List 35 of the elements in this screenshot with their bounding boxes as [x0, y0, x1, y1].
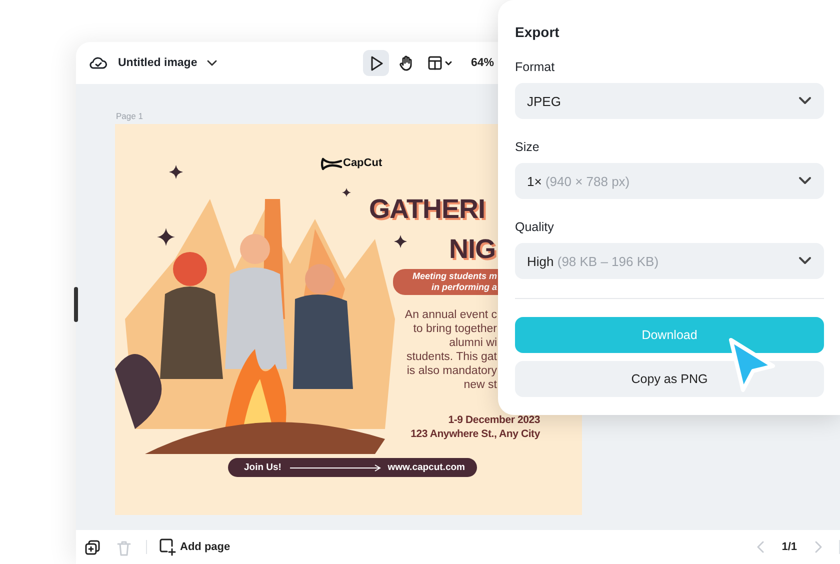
tagline: Meeting students m in performing a [393, 269, 501, 295]
panel-title: Export [515, 24, 560, 40]
cloud-icon[interactable] [89, 54, 107, 72]
poster-title: GATHERI [369, 196, 485, 223]
brand-name: CapCut [343, 157, 382, 169]
zoom-level[interactable]: 64% [471, 57, 494, 69]
cta-text: Join Us! [244, 462, 282, 473]
star-icon [157, 228, 175, 246]
arrow-icon [288, 464, 381, 472]
logo-icon [321, 156, 343, 172]
event-address: 123 Anywhere St., Any City [410, 428, 540, 440]
star-icon [342, 188, 351, 197]
dropdown[interactable]: JPEG [515, 83, 824, 119]
field-label: Quality [515, 220, 555, 234]
add-page-button[interactable]: Add page [159, 538, 230, 556]
duplicate-icon[interactable] [84, 538, 101, 556]
panel-handle[interactable] [74, 287, 78, 322]
dropdown[interactable]: High (98 KB – 196 KB) [515, 243, 824, 279]
event-date: 1-9 December 2023 [448, 414, 540, 426]
description: An annual event c to bring together alumni wi students. This gat is also mandatory new st [404, 308, 497, 392]
title-dropdown[interactable]: Untitled image [118, 57, 218, 69]
cursor-icon [727, 336, 777, 394]
copy-button[interactable]: Copy as PNG [515, 361, 824, 397]
star-icon [394, 235, 407, 248]
star-icon [169, 165, 183, 179]
page-label: Page 1 [116, 111, 144, 123]
poster-title: NIG [449, 236, 496, 263]
website-text: www.capcut.com [388, 462, 465, 473]
field-label: Format [515, 60, 556, 74]
page-counter: 1/1 [782, 541, 797, 553]
add-page-icon [159, 538, 176, 556]
field-label: Size [515, 140, 540, 154]
hand-icon[interactable] [397, 54, 415, 72]
dropdown[interactable]: 1× (940 × 788 px) [515, 163, 824, 199]
layout-icon[interactable] [427, 54, 453, 72]
